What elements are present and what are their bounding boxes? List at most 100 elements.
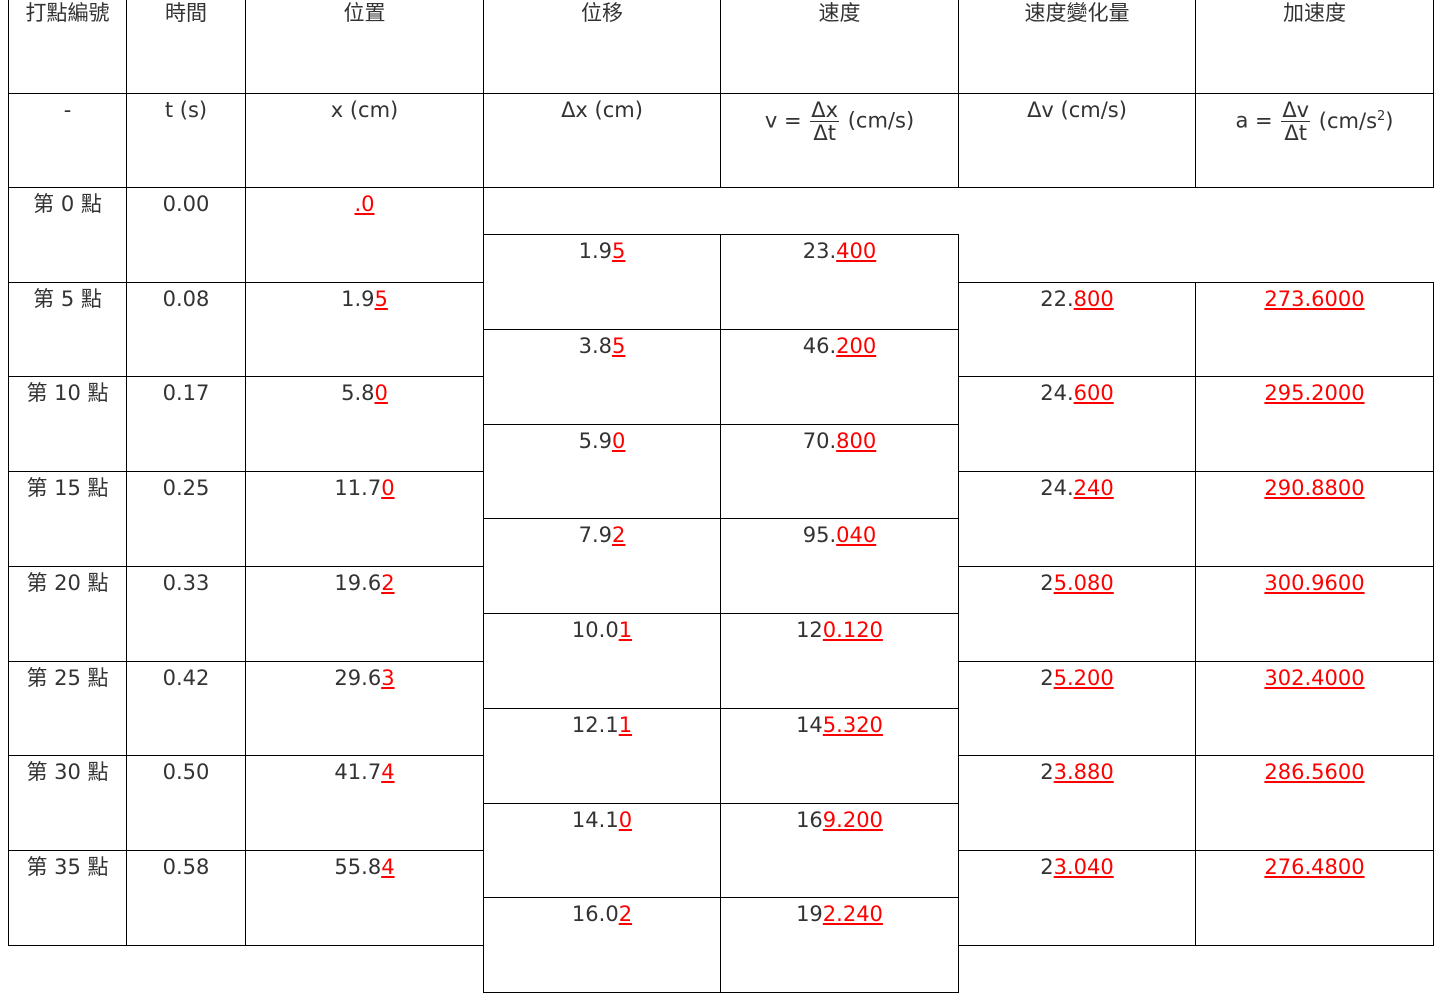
value-given: 5.8 xyxy=(341,381,375,405)
velocity-cell: 23.400 xyxy=(720,234,959,330)
velocity-change-cell: 24.600 xyxy=(958,376,1196,472)
point-label: 第 5 點 xyxy=(33,287,102,311)
value-given: 7.9 xyxy=(578,523,613,547)
position-cell: 1.95 xyxy=(245,282,484,378)
displacement-cell: 5.90 xyxy=(483,424,721,520)
unit-label: Δv (cm/s) xyxy=(1027,98,1127,122)
time-value: 0.42 xyxy=(162,666,210,690)
time-value: 0.33 xyxy=(162,571,210,595)
velocity-cell: 145.320 xyxy=(720,708,959,804)
displacement-cell: 10.01 xyxy=(483,613,721,709)
unit-acceleration-formula: a = Δv Δt (cm/s2) xyxy=(1195,93,1434,188)
formula-lhs: a = xyxy=(1235,108,1273,133)
point-label: 第 25 點 xyxy=(26,666,109,690)
header-velocity: 速度 xyxy=(720,0,959,94)
point-label-cell: 第 25 點 xyxy=(8,661,127,757)
position-cell: 41.74 xyxy=(245,755,484,851)
acceleration-cell: 300.9600 xyxy=(1195,566,1434,662)
value-given: 95. xyxy=(802,523,837,547)
value-answer: 0 xyxy=(612,429,626,453)
velocity-change-cell: 25.080 xyxy=(958,566,1196,662)
header-displacement: 位移 xyxy=(483,0,721,94)
value-answer: 800 xyxy=(836,429,877,453)
unit-displacement: Δx (cm) xyxy=(483,93,721,188)
header-position: 位置 xyxy=(245,0,484,94)
unit-label: x (cm) xyxy=(330,98,399,122)
point-label-cell: 第 35 點 xyxy=(8,850,127,946)
time-cell: 0.08 xyxy=(126,282,246,378)
value-given: 19.6 xyxy=(334,571,382,595)
velocity-cell: 46.200 xyxy=(720,329,959,425)
displacement-cell: 1.95 xyxy=(483,234,721,330)
position-cell: 19.62 xyxy=(245,566,484,662)
header-label: 位置 xyxy=(343,1,386,25)
velocity-cell: 192.240 xyxy=(720,897,959,993)
value-answer: 2.240 xyxy=(822,902,883,926)
acceleration-cell: 276.4800 xyxy=(1195,850,1434,946)
time-value: 0.25 xyxy=(162,476,210,500)
value-given: 12 xyxy=(796,618,823,642)
fraction-numerator: Δx xyxy=(810,98,840,122)
time-cell: 0.42 xyxy=(126,661,246,757)
header-label: 位移 xyxy=(581,1,623,25)
value-given: 14.1 xyxy=(571,808,619,832)
unit-position: x (cm) xyxy=(245,93,484,188)
acceleration-cell: 286.5600 xyxy=(1195,755,1434,851)
fraction-numerator: Δv xyxy=(1281,98,1311,122)
value-answer: 800 xyxy=(1073,287,1114,311)
point-label: 第 10 點 xyxy=(26,381,109,405)
value-answer: 040 xyxy=(836,523,877,547)
header-label: 速度變化量 xyxy=(1024,1,1130,25)
value-given: 23. xyxy=(802,239,837,263)
displacement-cell: 7.92 xyxy=(483,518,721,614)
formula-fraction: Δv Δt xyxy=(1281,98,1311,144)
value-answer: 5.320 xyxy=(822,713,883,737)
value-answer: 290.8800 xyxy=(1264,476,1365,500)
value-answer: .0 xyxy=(354,192,375,216)
value-answer: 2 xyxy=(618,902,633,926)
header-velocity-change: 速度變化量 xyxy=(958,0,1196,94)
value-answer: 3.880 xyxy=(1053,760,1114,784)
value-given: 10.0 xyxy=(571,618,619,642)
value-answer: 600 xyxy=(1073,381,1114,405)
acceleration-cell: 273.6000 xyxy=(1195,282,1434,378)
header-time: 時間 xyxy=(126,0,246,94)
unit-velocity-change: Δv (cm/s) xyxy=(958,93,1196,188)
value-answer: 200 xyxy=(836,334,877,358)
header-label: 加速度 xyxy=(1283,1,1346,25)
time-value: 0.50 xyxy=(162,760,210,784)
position-cell: .0 xyxy=(245,187,484,283)
value-answer: 3 xyxy=(381,666,395,690)
point-label: 第 0 點 xyxy=(33,192,102,216)
position-cell: 29.63 xyxy=(245,661,484,757)
time-value: 0.08 xyxy=(162,287,210,311)
unit-label: Δx (cm) xyxy=(561,98,643,122)
value-answer: 5.080 xyxy=(1053,571,1114,595)
value-given: 2 xyxy=(1040,666,1054,690)
acceleration-cell: 290.8800 xyxy=(1195,471,1434,567)
point-label-cell: 第 0 點 xyxy=(8,187,127,283)
time-cell: 0.17 xyxy=(126,376,246,472)
value-answer: 4 xyxy=(381,760,395,784)
value-given: 55.8 xyxy=(334,855,382,879)
unit-prefix: (cm/s xyxy=(1318,108,1378,133)
velocity-change-cell: 23.040 xyxy=(958,850,1196,946)
value-answer: 0 xyxy=(374,381,388,405)
position-cell: 11.70 xyxy=(245,471,484,567)
point-label-cell: 第 15 點 xyxy=(8,471,127,567)
data-table: 打點編號 時間 位置 位移 速度 速度變化量 加速度 - t (s) x (cm… xyxy=(0,0,1446,993)
time-value: 0.17 xyxy=(162,381,210,405)
header-acceleration: 加速度 xyxy=(1195,0,1434,94)
value-answer: 276.4800 xyxy=(1264,855,1365,879)
value-answer: 2 xyxy=(381,571,395,595)
unit-label: - xyxy=(63,98,72,122)
value-given: 11.7 xyxy=(334,476,382,500)
value-answer: 0 xyxy=(618,808,633,832)
value-given: 3.8 xyxy=(578,334,613,358)
value-given: 16 xyxy=(796,808,823,832)
value-given: 22. xyxy=(1040,287,1074,311)
formula-unit: (cm/s2) xyxy=(1319,109,1394,133)
point-label: 第 30 點 xyxy=(26,760,109,784)
displacement-cell: 14.10 xyxy=(483,803,721,899)
value-answer: 2 xyxy=(612,523,626,547)
